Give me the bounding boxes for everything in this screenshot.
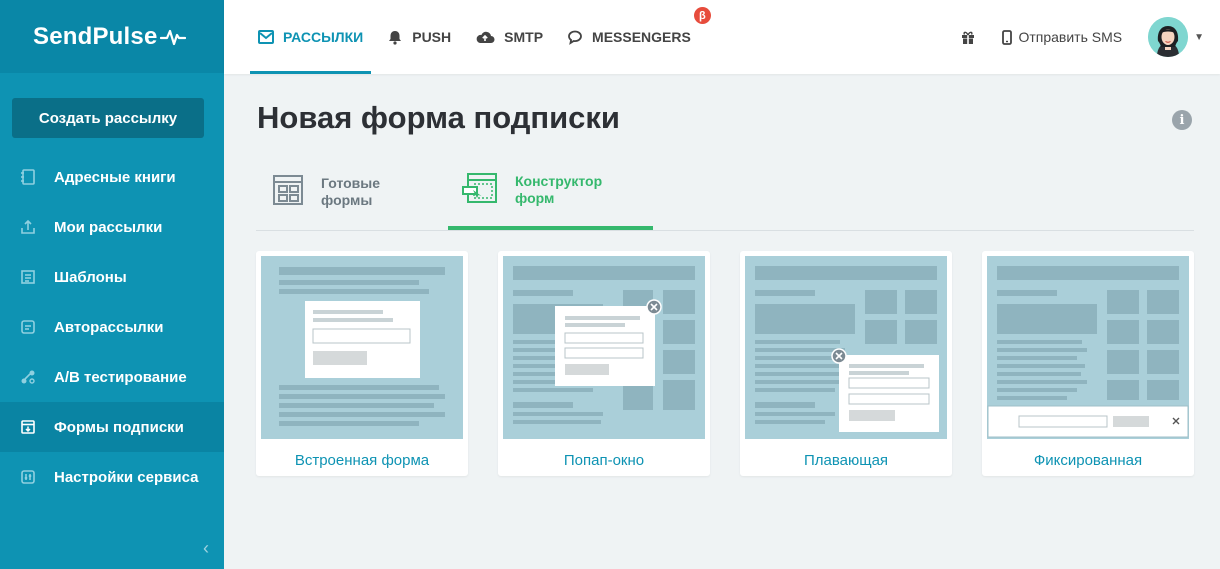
tab-label: Готовые формы bbox=[321, 175, 381, 208]
card-label: Встроенная форма bbox=[294, 452, 430, 469]
fixed-preview bbox=[987, 256, 1189, 439]
form-builder-icon bbox=[462, 172, 498, 209]
sidebar-item-service-settings[interactable]: Настройки сервиса bbox=[0, 452, 224, 502]
cloud-upload-icon bbox=[475, 30, 495, 44]
sidebar-item-subscription-forms[interactable]: Формы подписки bbox=[0, 402, 224, 452]
nav-push[interactable]: PUSH bbox=[379, 0, 459, 74]
card-floating[interactable]: Плавающая bbox=[740, 251, 952, 476]
tab-ready-forms[interactable]: Готовые формы bbox=[272, 154, 432, 230]
sidebar: SendPulse Создать рассылку Адресные книг… bbox=[0, 0, 224, 569]
floating-preview bbox=[745, 256, 947, 439]
gift-icon[interactable] bbox=[960, 29, 976, 45]
ready-forms-icon bbox=[272, 174, 304, 211]
send-sms-button[interactable]: Отправить SMS bbox=[1002, 29, 1122, 45]
popup-preview bbox=[503, 256, 705, 439]
sidebar-item-automation[interactable]: Авторассылки bbox=[0, 302, 224, 352]
beta-badge: β bbox=[693, 7, 711, 24]
card-embedded-form[interactable]: Встроенная форма bbox=[256, 251, 468, 476]
nav-label: РАССЫЛКИ bbox=[283, 29, 364, 45]
brand-name: SendPulse bbox=[33, 22, 158, 50]
card-label: Плавающая bbox=[803, 452, 889, 469]
sidebar-item-label: Шаблоны bbox=[54, 268, 127, 286]
sidebar-item-label: А/В тестирование bbox=[54, 368, 187, 386]
avatar[interactable] bbox=[1148, 17, 1189, 57]
pulse-icon bbox=[159, 29, 186, 45]
nav-smtp[interactable]: SMTP bbox=[467, 0, 551, 74]
sidebar-item-address-books[interactable]: Адресные книги bbox=[0, 152, 224, 202]
nav-mailings[interactable]: РАССЫЛКИ bbox=[250, 0, 372, 74]
sidebar-item-templates[interactable]: Шаблоны bbox=[0, 252, 224, 302]
subscription-forms-icon bbox=[20, 419, 36, 435]
ab-test-icon bbox=[20, 369, 36, 385]
sidebar-menu: Адресные книги Мои рассылки Шаблоны Авто… bbox=[0, 152, 224, 502]
envelope-icon bbox=[258, 30, 274, 44]
phone-icon bbox=[1002, 29, 1013, 45]
nav-messengers[interactable]: MESSENGERS β bbox=[559, 0, 711, 74]
templates-icon bbox=[20, 269, 36, 285]
card-popup[interactable]: Попап-окно bbox=[498, 251, 710, 476]
sidebar-item-my-mailings[interactable]: Мои рассылки bbox=[0, 202, 224, 252]
create-campaign-button[interactable]: Создать рассылку bbox=[12, 98, 204, 138]
address-book-icon bbox=[20, 169, 36, 185]
bell-icon bbox=[387, 29, 403, 45]
card-label: Фиксированная bbox=[1033, 452, 1143, 469]
form-tabs: Готовые формы Конструктор форм bbox=[256, 154, 1194, 231]
send-sms-label: Отправить SMS bbox=[1018, 29, 1123, 45]
sidebar-item-label: Мои рассылки bbox=[54, 218, 163, 236]
embedded-form-preview bbox=[261, 256, 463, 439]
card-fixed[interactable]: Фиксированная bbox=[982, 251, 1194, 476]
logo[interactable]: SendPulse bbox=[0, 0, 224, 73]
automation-icon bbox=[20, 319, 36, 335]
settings-icon bbox=[20, 469, 36, 485]
nav-label: MESSENGERS bbox=[592, 29, 691, 45]
top-right-actions: Отправить SMS ▼ bbox=[960, 0, 1220, 74]
top-bar: РАССЫЛКИ PUSH SMTP MESSENGERS β Отправит… bbox=[224, 0, 1220, 74]
mailings-icon bbox=[20, 219, 36, 235]
chevron-down-icon[interactable]: ▼ bbox=[1194, 32, 1204, 43]
chat-bubble-icon bbox=[567, 29, 583, 45]
card-label: Попап-окно bbox=[563, 452, 645, 469]
info-icon[interactable]: i bbox=[1172, 110, 1192, 130]
sidebar-item-label: Формы подписки bbox=[54, 418, 184, 436]
nav-label: PUSH bbox=[412, 29, 452, 45]
top-nav: РАССЫЛКИ PUSH SMTP MESSENGERS β bbox=[250, 0, 711, 74]
chevron-left-icon[interactable]: ‹ bbox=[198, 538, 214, 558]
nav-label: SMTP bbox=[504, 29, 544, 45]
page-title: Новая форма подписки bbox=[257, 100, 620, 135]
sidebar-item-label: Авторассылки bbox=[54, 318, 164, 336]
sidebar-item-label: Адресные книги bbox=[54, 168, 176, 186]
tab-form-builder[interactable]: Конструктор форм bbox=[448, 154, 653, 230]
sidebar-item-ab-testing[interactable]: А/В тестирование bbox=[0, 352, 224, 402]
tab-label: Конструктор форм bbox=[515, 173, 603, 206]
sidebar-item-label: Настройки сервиса bbox=[54, 468, 199, 486]
form-type-cards: Встроенная форма Попап-окно Плавающая Фи… bbox=[256, 251, 1194, 476]
